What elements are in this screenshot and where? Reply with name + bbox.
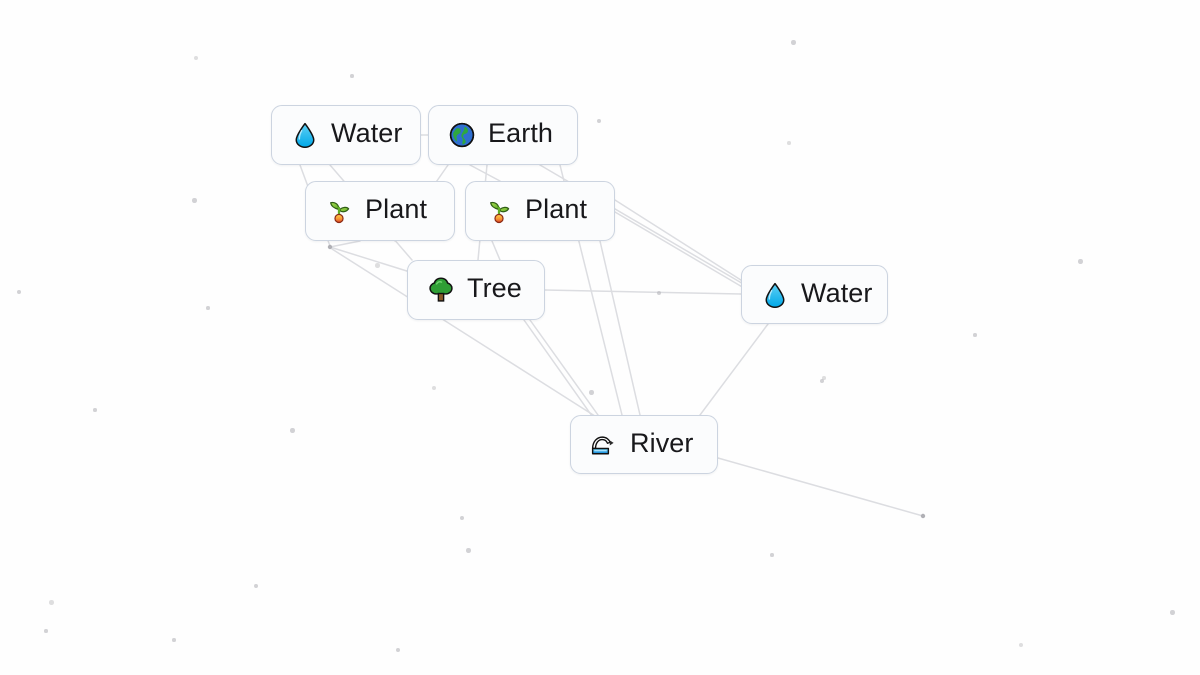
element-card-label: Water xyxy=(331,118,403,148)
element-card-plant-left[interactable]: Plant xyxy=(305,181,455,241)
background-dot xyxy=(172,638,176,642)
element-card-label: Water xyxy=(801,277,873,308)
background-dot xyxy=(375,263,380,268)
background-dot xyxy=(657,291,661,295)
element-card-river[interactable]: River xyxy=(570,415,718,474)
connection-line xyxy=(717,457,924,517)
connection-line xyxy=(329,240,361,248)
background-dot xyxy=(820,379,824,383)
background-dot xyxy=(192,198,197,203)
element-card-label: Plant xyxy=(525,194,588,224)
background-dot xyxy=(44,629,48,633)
connection-line xyxy=(329,246,411,273)
connection-lines-layer xyxy=(299,134,926,519)
link-node-dot xyxy=(920,513,926,519)
background-dot xyxy=(787,141,791,145)
background-dot xyxy=(432,386,436,390)
element-card-tree[interactable]: Tree xyxy=(407,260,545,320)
element-card-label: River xyxy=(630,427,694,458)
background-dot xyxy=(290,428,295,433)
background-dot xyxy=(466,548,471,553)
background-dot xyxy=(194,56,198,60)
background-dot xyxy=(791,40,796,45)
connection-line xyxy=(599,240,641,416)
element-card-label: Earth xyxy=(488,118,554,148)
element-card-earth[interactable]: Earth xyxy=(428,105,578,165)
background-dot xyxy=(589,390,594,395)
background-dot xyxy=(17,290,21,294)
tree-icon xyxy=(427,276,455,304)
element-card-plant-right[interactable]: Plant xyxy=(465,181,615,241)
background-dot xyxy=(973,333,977,337)
background-dot xyxy=(49,600,54,605)
water-drop-icon xyxy=(291,121,319,149)
background-dot xyxy=(206,306,210,310)
background-dot xyxy=(93,408,97,412)
seedling-icon xyxy=(485,197,513,225)
background-dot xyxy=(254,584,258,588)
connection-line xyxy=(529,319,599,416)
connection-line xyxy=(614,211,745,289)
background-dot xyxy=(396,648,400,652)
crafting-board[interactable]: Water Earth Plant Plant Tree Water River xyxy=(0,0,1200,675)
connection-line xyxy=(491,240,501,261)
background-dot xyxy=(1019,643,1023,647)
seedling-icon xyxy=(325,197,353,225)
connection-line xyxy=(614,199,745,283)
element-card-water-top[interactable]: Water xyxy=(271,105,421,165)
link-node-dot xyxy=(327,244,333,250)
element-card-label: Plant xyxy=(365,194,428,224)
earth-globe-icon xyxy=(448,121,476,149)
element-card-water-right[interactable]: Water xyxy=(741,265,888,324)
background-dot xyxy=(1170,610,1175,615)
wave-icon xyxy=(590,431,618,459)
connection-line xyxy=(544,289,742,295)
background-dot xyxy=(1078,259,1083,264)
element-card-label: Tree xyxy=(467,273,522,303)
connection-line xyxy=(699,323,769,416)
background-dot xyxy=(460,516,464,520)
background-dot xyxy=(770,553,774,557)
connection-line xyxy=(523,319,593,417)
connection-line xyxy=(469,164,501,182)
background-dot xyxy=(597,119,601,123)
water-drop-icon xyxy=(761,281,789,309)
background-dot xyxy=(350,74,354,78)
background-dot xyxy=(822,376,826,380)
